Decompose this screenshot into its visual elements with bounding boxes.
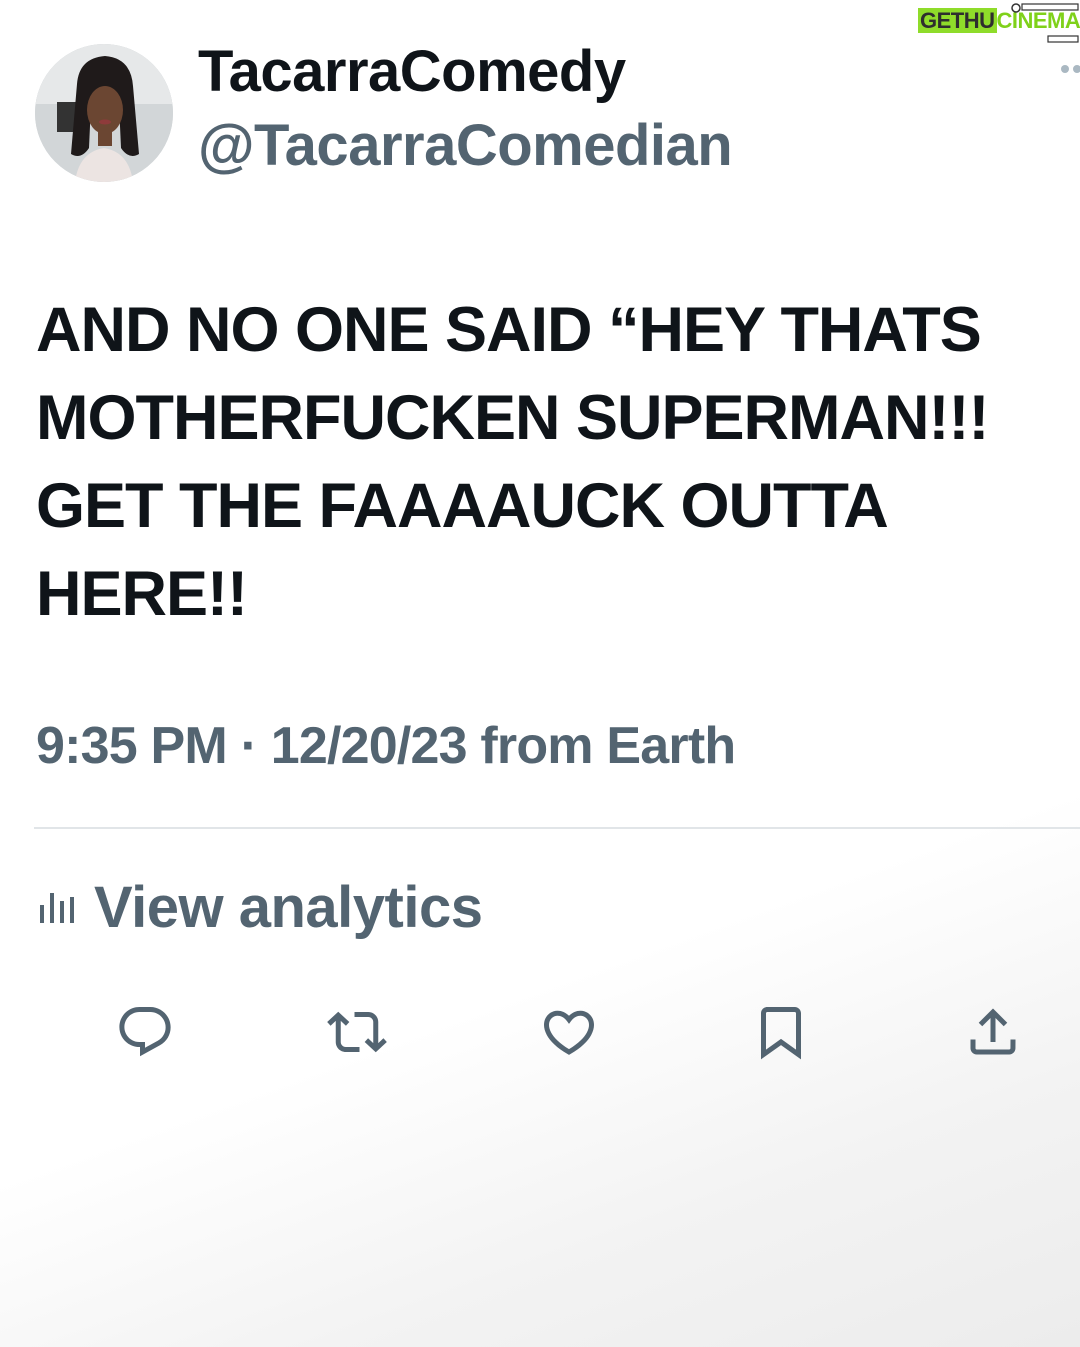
view-analytics-label: View analytics — [94, 874, 483, 940]
tweet-text: AND NO ONE SAID “HEY THATS MOTHERFUCKEN … — [36, 286, 1066, 638]
like-icon — [543, 1010, 595, 1055]
bookmark-button[interactable] — [746, 1000, 816, 1064]
bar-chart-icon — [40, 893, 74, 923]
retweet-icon — [327, 1011, 387, 1053]
bookmark-icon — [761, 1007, 801, 1060]
retweet-button[interactable] — [322, 1000, 392, 1064]
display-name[interactable]: TacarraComedy — [198, 38, 626, 105]
share-button[interactable] — [958, 1000, 1028, 1064]
watermark-text-part2: CINEMA — [996, 8, 1080, 33]
tweet-text-line: GET THE FAAAAUCK OUTTA — [36, 471, 889, 541]
profile-photo — [35, 44, 173, 182]
view-analytics-link[interactable]: View analytics — [38, 872, 483, 942]
like-button[interactable] — [534, 1000, 604, 1064]
share-icon — [970, 1008, 1016, 1055]
more-options-icon[interactable] — [1058, 62, 1080, 76]
tweet-text-line: AND NO ONE SAID “HEY THATS — [36, 295, 982, 365]
reply-button[interactable] — [110, 1000, 180, 1064]
reply-icon — [119, 1007, 171, 1057]
tweet-timestamp[interactable]: 9:35 PM · 12/20/23 from Earth — [36, 716, 736, 776]
tweet-text-line: HERE!! — [36, 559, 248, 629]
watermark-text-part1: GETHU — [918, 8, 997, 33]
user-handle[interactable]: @TacarraComedian — [198, 112, 733, 179]
avatar[interactable] — [35, 44, 173, 182]
watermark-logo: GETHUCINEMA — [918, 2, 1080, 44]
divider — [34, 827, 1080, 829]
tweet-text-line: MOTHERFUCKEN SUPERMAN!!! — [36, 383, 989, 453]
